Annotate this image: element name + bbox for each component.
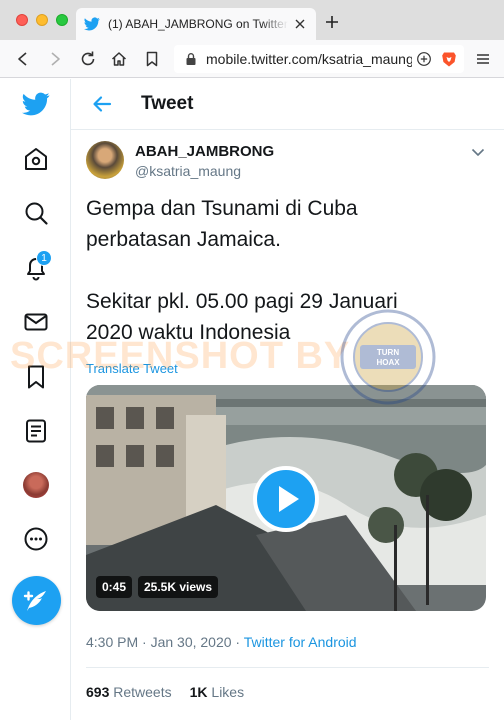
divider	[86, 667, 489, 668]
svg-text:TURN: TURN	[377, 348, 399, 357]
hamburger-menu-icon[interactable]	[474, 50, 492, 68]
author-avatar[interactable]	[86, 141, 124, 179]
add-bookmark-icon[interactable]	[416, 51, 432, 67]
tweet-meta: 4:30 PM · Jan 30, 2020 · Twitter for And…	[86, 634, 357, 650]
play-button[interactable]	[253, 466, 319, 532]
browser-tab-bar: (1) ABAH_JAMBRONG on Twitter: “Gempa dan…	[0, 0, 504, 40]
retweets-count: 693	[86, 684, 110, 700]
tweet-text-line: Gempa dan Tsunami di Cuba	[86, 197, 358, 220]
likes-stat[interactable]: 1K Likes	[190, 684, 244, 700]
new-tab-icon[interactable]	[324, 14, 340, 30]
likes-label: Likes	[211, 684, 245, 700]
twitter-page: 1 Tweet ABAH_JAMBRONG @ksatria_maung Gem…	[0, 79, 504, 720]
mail-icon[interactable]	[22, 308, 50, 336]
browser-toolbar: mobile.twitter.com/ksatria_maung/status	[0, 40, 504, 78]
tweet-stats: 693 Retweets 1K Likes	[86, 684, 244, 700]
tweet-detail: Tweet ABAH_JAMBRONG @ksatria_maung Gempa…	[71, 79, 504, 720]
url-text[interactable]: mobile.twitter.com/ksatria_maung/status	[206, 51, 412, 67]
notification-count-badge: 1	[36, 250, 52, 266]
tweet-text-line: perbatasan Jamaica.	[86, 228, 281, 251]
compose-tweet-button[interactable]	[12, 576, 61, 625]
video-player[interactable]: 0:45 25.5K views	[86, 385, 486, 611]
close-tab-icon[interactable]	[292, 16, 308, 32]
lock-icon	[186, 53, 196, 65]
author-name[interactable]: ABAH_JAMBRONG	[135, 143, 274, 160]
svg-text:HOAX: HOAX	[376, 358, 400, 367]
hoax-stamp-logo: TURN HOAX	[340, 309, 436, 405]
page-title: Tweet	[141, 93, 194, 114]
screenshot-watermark: SCREENSHOT BY	[10, 335, 351, 377]
url-bar[interactable]: mobile.twitter.com/ksatria_maung/status	[174, 45, 464, 73]
back-nav-icon[interactable]	[14, 50, 32, 68]
zoom-window-button[interactable]	[56, 14, 68, 26]
retweets-label: Retweets	[113, 684, 172, 700]
twitter-logo-icon[interactable]	[22, 90, 50, 118]
minimize-window-button[interactable]	[36, 14, 48, 26]
tweet-source-link[interactable]: Twitter for Android	[244, 634, 357, 650]
page-header: Tweet	[71, 79, 504, 130]
play-icon	[279, 486, 299, 512]
bookmark-page-icon[interactable]	[143, 50, 161, 68]
likes-count: 1K	[189, 684, 208, 700]
reload-icon[interactable]	[79, 50, 97, 68]
home-icon[interactable]	[22, 145, 50, 173]
caret-down-icon[interactable]	[469, 143, 487, 161]
tab-title: (1) ABAH_JAMBRONG on Twitter: “Gempa dan…	[108, 17, 288, 31]
video-duration: 0:45	[96, 576, 133, 598]
profile-avatar[interactable]	[23, 472, 49, 498]
forward-nav-icon[interactable]	[46, 50, 64, 68]
more-icon[interactable]	[22, 525, 50, 553]
home-nav-icon[interactable]	[110, 50, 128, 68]
close-window-button[interactable]	[16, 14, 28, 26]
browser-tab[interactable]: (1) ABAH_JAMBRONG on Twitter: “Gempa dan…	[76, 8, 316, 40]
list-icon[interactable]	[22, 417, 50, 445]
search-icon[interactable]	[22, 199, 50, 227]
video-views: 25.5K views	[138, 576, 219, 598]
tweet-timestamp[interactable]: 4:30 PM · Jan 30, 2020 ·	[86, 634, 244, 650]
compose-icon	[23, 591, 46, 611]
twitter-favicon-icon	[84, 17, 100, 31]
back-arrow-icon[interactable]	[91, 93, 113, 115]
sidebar-nav: 1	[0, 79, 71, 720]
brave-shield-icon[interactable]	[440, 50, 458, 68]
author-handle[interactable]: @ksatria_maung	[135, 163, 241, 179]
retweets-stat[interactable]: 693 Retweets	[86, 684, 172, 700]
